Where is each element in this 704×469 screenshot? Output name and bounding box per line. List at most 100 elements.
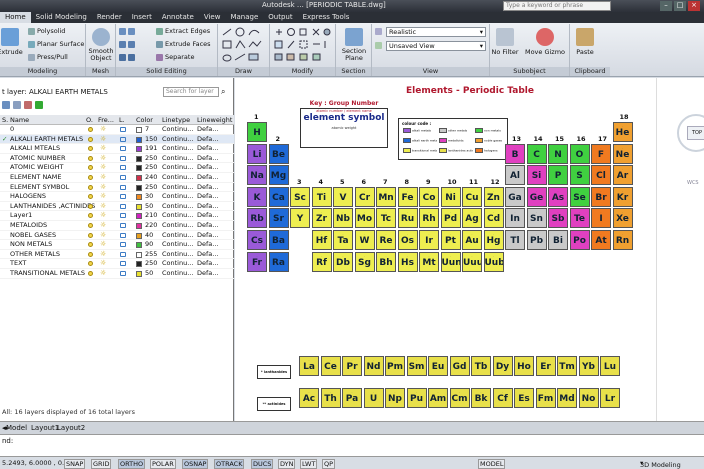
element-cell-mo[interactable]: · Mo	[354, 208, 375, 229]
element-cell-rf[interactable]: · Rf	[311, 251, 332, 272]
layer-on-icon[interactable]	[88, 155, 93, 161]
toggle-otrack[interactable]: OTRACK	[214, 459, 245, 469]
tab-model[interactable]: Model	[6, 424, 27, 432]
layer-freeze-icon[interactable]: ☼	[100, 163, 106, 173]
element-cell-pd[interactable]: · Pd	[440, 208, 461, 229]
element-cell-pa[interactable]: · Pa	[342, 388, 362, 408]
layer-freeze-icon[interactable]: ☼	[100, 125, 106, 135]
element-cell-sm[interactable]: · Sm	[406, 356, 427, 376]
help-search-input[interactable]: Type a keyword or phrase	[503, 1, 611, 11]
layer-on-icon[interactable]	[88, 194, 93, 200]
subobject-panel-label[interactable]: Subobject	[490, 67, 569, 76]
layer-lock-icon[interactable]	[120, 194, 126, 200]
element-cell-mt[interactable]: · Mt	[419, 251, 439, 272]
layer-color-swatch[interactable]	[136, 194, 142, 201]
layer-row[interactable]: ✓ELEMENT SYMBOL ☼ 250 Continu...Defa...	[0, 183, 234, 193]
modify-panel-label[interactable]: Modify	[270, 67, 335, 76]
draw-panel-label[interactable]: Draw	[218, 67, 269, 76]
element-cell-hs[interactable]: · Hs	[397, 251, 418, 272]
layer-color-swatch[interactable]	[136, 155, 142, 162]
element-cell-si[interactable]: · Si	[526, 165, 547, 186]
layer-row[interactable]: ✓ATOMIC WEIGHT ☼ 250 Continu...Defa...	[0, 163, 234, 173]
element-cell-bi[interactable]: · Bi	[548, 230, 568, 250]
layer-lock-icon[interactable]	[120, 127, 126, 132]
layer-freeze-icon[interactable]: ☼	[100, 173, 106, 183]
layer-freeze-icon[interactable]: ☼	[100, 211, 106, 221]
extract-edges-button[interactable]: Extract Edges	[156, 27, 210, 35]
layer-row[interactable]: ✓Layer1 ☼ 210 Continu...Defa...	[0, 211, 234, 221]
element-cell-ho[interactable]: · Ho	[514, 356, 534, 376]
visual-style-select[interactable]: Realistic ▾	[386, 27, 486, 37]
element-cell-ta[interactable]: · Ta	[333, 230, 353, 250]
extrude-faces-button[interactable]: Extrude Faces	[156, 40, 211, 48]
ribbon-tab-annotate[interactable]: Annotate	[157, 12, 199, 23]
element-cell-ir[interactable]: · Ir	[419, 230, 439, 250]
element-cell-uuu[interactable]: · Uuu	[462, 251, 482, 272]
element-cell-y[interactable]: · Y	[290, 208, 310, 229]
element-cell-li[interactable]: · Li	[247, 143, 267, 164]
layer-color-swatch[interactable]	[136, 174, 142, 181]
layer-freeze-icon[interactable]: ☼	[100, 259, 106, 269]
layer-color-swatch[interactable]	[136, 242, 142, 249]
toggle-lwt[interactable]: LWT	[300, 459, 318, 469]
layer-lock-icon[interactable]	[120, 146, 126, 152]
layer-row[interactable]: ✓TRANSITIONAL METALS ☼ 50 Continu...Defa...	[0, 269, 234, 279]
element-cell-rh[interactable]: · Rh	[419, 208, 439, 229]
no-filter-button[interactable]: No Filter	[490, 28, 520, 56]
layer-color-swatch[interactable]	[136, 270, 142, 277]
element-cell-sg[interactable]: · Sg	[354, 251, 375, 272]
layer-lock-icon[interactable]	[120, 261, 126, 267]
column-color[interactable]: Color	[136, 116, 153, 124]
element-cell-er[interactable]: · Er	[535, 356, 556, 376]
layer-color-swatch[interactable]	[136, 146, 142, 153]
toggle-ducs[interactable]: DUCS	[251, 459, 274, 469]
layer-status-icon[interactable]: ✓	[2, 269, 7, 279]
column-lock[interactable]: L.	[119, 116, 125, 124]
element-cell-s[interactable]: · S	[569, 165, 590, 186]
layer-lock-icon[interactable]	[120, 242, 126, 248]
element-cell-se[interactable]: · Se	[569, 186, 590, 207]
element-cell-as[interactable]: · As	[548, 186, 568, 207]
element-cell-tc[interactable]: · Tc	[376, 208, 396, 229]
toggle-osnap[interactable]: OSNAP	[182, 459, 209, 469]
toggle-grid[interactable]: GRID	[91, 459, 112, 469]
layer-freeze-icon[interactable]: ☼	[100, 240, 106, 250]
element-cell-tl[interactable]: · Tl	[505, 230, 525, 250]
layer-on-icon[interactable]	[88, 136, 93, 142]
element-cell-sn[interactable]: · Sn	[526, 208, 547, 229]
element-cell-o[interactable]: · O	[569, 143, 590, 164]
element-cell-es[interactable]: · Es	[514, 388, 534, 408]
planar-surface-button[interactable]: Planar Surface	[28, 40, 84, 48]
layer-row[interactable]: ✓ ALKALI EARTH METALS ☼ 150 Continu... Defa..…	[0, 134, 234, 145]
modeling-panel-label[interactable]: Modeling	[0, 67, 85, 76]
layer-freeze-icon[interactable]: ☼	[100, 221, 106, 231]
element-cell-ba[interactable]: · Ba	[268, 230, 289, 250]
element-cell-pt[interactable]: · Pt	[440, 230, 461, 250]
element-cell-ag[interactable]: · Ag	[462, 208, 482, 229]
element-cell-n[interactable]: · N	[548, 143, 568, 164]
element-cell-hf[interactable]: · Hf	[311, 230, 332, 250]
intersect-icon[interactable]	[119, 53, 137, 61]
ribbon-tab-manage[interactable]: Manage	[225, 12, 263, 23]
layer-row[interactable]: ✓NOBEL GASES ☼ 40 Continu...Defa...	[0, 231, 234, 241]
layer-on-icon[interactable]	[88, 270, 93, 276]
delete-layer-icon[interactable]	[24, 101, 32, 109]
element-cell-no[interactable]: · No	[578, 388, 599, 408]
layer-row[interactable]: ✓ELEMENT NAME ☼ 240 Continu...Defa...	[0, 173, 234, 183]
element-cell-bh[interactable]: · Bh	[376, 251, 396, 272]
solid-editing-panel-label[interactable]: Solid Editing	[116, 67, 217, 76]
element-cell-ga[interactable]: · Ga	[505, 186, 525, 207]
minimize-icon[interactable]: –	[660, 1, 672, 11]
layer-on-icon[interactable]	[88, 184, 93, 190]
wcs-label[interactable]: WCS	[687, 180, 699, 186]
element-cell-po[interactable]: · Po	[569, 230, 590, 250]
layer-color-swatch[interactable]	[136, 203, 142, 210]
layer-row[interactable]: ✓HALOGENS ☼ 30 Continu...Defa...	[0, 192, 234, 202]
layer-row[interactable]: ✓LANTHANIDES ,ACTINIDES ☼ 50 Continu...Defa…	[0, 202, 234, 212]
layer-color-swatch[interactable]	[136, 251, 142, 258]
element-cell-cs[interactable]: · Cs	[247, 230, 267, 250]
toggle-snap[interactable]: SNAP	[64, 459, 86, 469]
element-cell-sb[interactable]: · Sb	[548, 208, 568, 229]
layer-row[interactable]: ✓0 ☼ 7 Continu...Defa...	[0, 125, 234, 135]
element-cell-pm[interactable]: · Pm	[385, 356, 405, 376]
